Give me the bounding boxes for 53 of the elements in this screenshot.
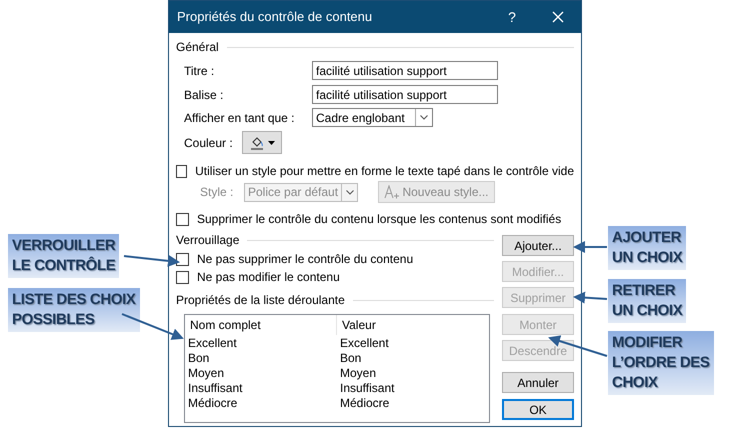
checkbox-label: Utiliser un style pour mettre en forme le texte tapé dans le contrôle vide (195, 163, 574, 180)
paint-bucket-icon (250, 136, 264, 150)
choices-list[interactable]: Nom complet Valeur Excellent Excellent Bon Bon Moyen Moyen Insuffisant Insuffisant Médiocre Médiocre (184, 314, 490, 423)
help-button[interactable]: ? (489, 1, 535, 33)
callout-label: VERROUILLER LE CONTRÔLE (8, 234, 120, 278)
style-icon (384, 185, 400, 199)
field-label: Afficher en tant que : (184, 110, 296, 126)
window-title: Propriétés du contrôle de contenu (177, 8, 374, 26)
text-field[interactable]: facilité utilisation support (312, 85, 498, 104)
chevron-down-icon (420, 115, 428, 120)
dialog-button[interactable]: Annuler (502, 372, 574, 393)
checkbox-label: Ne pas modifier le contenu (197, 269, 340, 286)
callout-arrow (124, 254, 180, 267)
dropdown[interactable]: Cadre englobant (312, 108, 433, 127)
callout-label: MODIFIER L’ORDRE DES CHOIX (608, 331, 714, 395)
close-icon (552, 11, 564, 23)
field-label: Style : (200, 184, 234, 201)
checkbox-label: Ne pas supprimer le contrôle du contenu (197, 251, 414, 268)
list-cell-text: Bon (339, 350, 362, 366)
chevron-down-icon (346, 190, 354, 194)
list-cell-text: Excellent (187, 334, 238, 352)
checkbox-label: Supprimer le contrôle du contenu lorsque les contenus sont modifiés (197, 211, 562, 228)
dialog-button[interactable]: OK (502, 399, 574, 420)
group-heading: Propriétés de la liste déroulante (176, 292, 345, 309)
list-cell-text: Insuffisant (187, 380, 244, 396)
field-label: Couleur : (184, 134, 234, 152)
group-heading: Verrouillage (176, 232, 240, 249)
list-cell-text: Médiocre (339, 394, 390, 412)
group-heading: Général (176, 39, 219, 56)
list-cell-text: Moyen (339, 364, 378, 382)
caret-icon (268, 140, 274, 144)
callout-label: AJOUTER UN CHOIX (608, 226, 686, 270)
list-cell-text: Médiocre (187, 394, 238, 412)
field-label: Balise : (184, 86, 224, 104)
column-header[interactable]: Valeur (337, 315, 489, 335)
callout-arrow (573, 241, 607, 253)
color-picker-button[interactable] (242, 131, 282, 154)
list-cell-text: Insuffisant (339, 380, 396, 396)
column-header[interactable]: Nom complet (185, 315, 338, 335)
checkbox[interactable] (176, 212, 189, 226)
checkbox[interactable] (176, 270, 189, 284)
checkbox[interactable] (176, 164, 188, 178)
callout-arrow (573, 292, 608, 304)
list-cell-text: Bon (187, 350, 210, 366)
callout-arrow (122, 313, 184, 340)
dialog-button[interactable]: Ajouter... (502, 235, 574, 256)
checkbox[interactable] (176, 252, 189, 266)
callout-label: RETIRER UN CHOIX (608, 279, 686, 323)
text-field[interactable]: facilité utilisation support (312, 61, 498, 80)
field-label: Titre : (184, 62, 216, 80)
list-cell-text: Moyen (187, 364, 226, 382)
list-cell-text: Excellent (339, 334, 390, 352)
callout-label: LISTE DES CHOIX POSSIBLES (8, 288, 140, 332)
